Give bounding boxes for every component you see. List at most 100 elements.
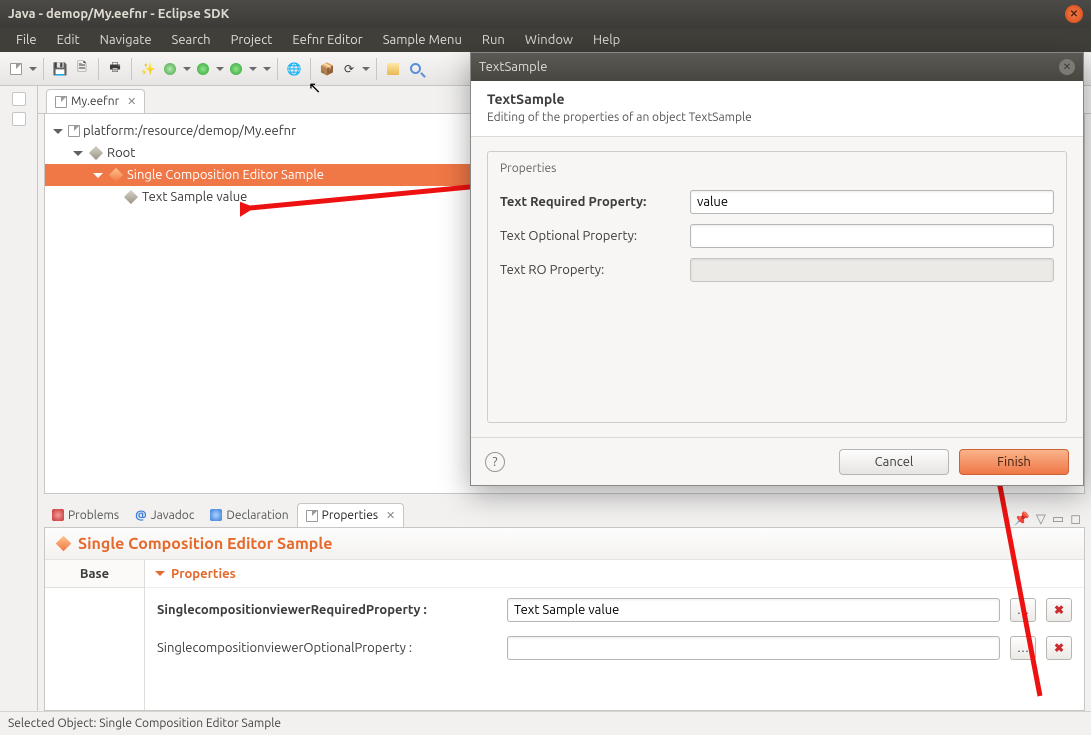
toolbar-run-dropdown[interactable] <box>216 67 224 71</box>
optional-property-input[interactable] <box>507 636 1000 660</box>
tab-label: Properties <box>322 509 378 522</box>
toolbar-debug-icon[interactable] <box>160 59 180 79</box>
dialog-body: Properties Text Required Property: Text … <box>471 137 1083 437</box>
properties-title: Single Composition Editor Sample <box>78 535 332 553</box>
toolbar-sep <box>98 58 99 80</box>
toolbar-folder-icon[interactable] <box>383 59 403 79</box>
toolbar-new-icon[interactable] <box>6 59 26 79</box>
toolbar-debug-dropdown[interactable] <box>183 67 191 71</box>
file-icon <box>68 125 80 137</box>
toolbar-dropdown[interactable] <box>263 67 271 71</box>
menu-help[interactable]: Help <box>583 33 630 47</box>
browse-button[interactable]: … <box>1010 636 1036 660</box>
properties-group: Properties Text Required Property: Text … <box>487 151 1067 423</box>
tab-javadoc[interactable]: @ Javadoc <box>127 503 202 527</box>
menu-project[interactable]: Project <box>221 33 283 47</box>
form-row: Text RO Property: <box>500 258 1054 282</box>
text-optional-input[interactable] <box>690 224 1054 248</box>
toolbar-saveall-icon[interactable]: 🗎 <box>72 59 92 79</box>
form-row: SinglecompositionviewerRequiredProperty … <box>157 598 1072 622</box>
toolbar-refresh-icon[interactable]: ⟳ <box>339 59 359 79</box>
node-icon <box>109 168 123 182</box>
sub-header-label: Properties <box>171 567 236 581</box>
stub-icon[interactable] <box>12 112 26 126</box>
form-label-required: SinglecompositionviewerRequiredProperty … <box>157 603 497 617</box>
status-bar: Selected Object: Single Composition Edit… <box>0 711 1091 735</box>
menu-edit[interactable]: Edit <box>47 33 90 47</box>
toolbar-run-external-icon[interactable] <box>226 59 246 79</box>
editor-tab-label: My.eefnr <box>71 95 119 108</box>
toolbar-print-icon[interactable]: 🖶 <box>105 59 125 79</box>
menu-window[interactable]: Window <box>515 33 583 47</box>
status-text: Selected Object: Single Composition Edit… <box>8 717 281 730</box>
expand-icon[interactable] <box>53 129 63 134</box>
tree-label: Single Composition Editor Sample <box>127 168 324 182</box>
properties-body: Base Properties SinglecompositionviewerR… <box>45 560 1084 710</box>
text-required-input[interactable] <box>690 190 1054 214</box>
menu-eefnr-editor[interactable]: Eefnr Editor <box>282 33 372 47</box>
problems-icon <box>52 509 64 521</box>
finish-button[interactable]: Finish <box>959 449 1069 475</box>
dialog-footer: ? Cancel Finish <box>471 437 1083 485</box>
tree-label: platform:/resource/demop/My.eefnr <box>83 124 296 138</box>
close-tab-icon[interactable]: ✕ <box>386 509 395 522</box>
properties-title-bar: Single Composition Editor Sample <box>45 528 1084 560</box>
toolbar-run-external-dropdown[interactable] <box>249 67 257 71</box>
delete-button[interactable]: ✖ <box>1046 598 1072 622</box>
tab-label: Declaration <box>226 509 288 522</box>
node-icon <box>56 536 72 552</box>
minimize-icon[interactable]: ▭ <box>1052 512 1064 527</box>
toolbar-globe-icon[interactable]: 🌐 <box>284 59 304 79</box>
tab-declaration[interactable]: Declaration <box>202 503 296 527</box>
required-property-input[interactable] <box>507 598 1000 622</box>
expand-icon[interactable] <box>93 173 103 178</box>
close-tab-icon[interactable]: ✕ <box>127 95 136 108</box>
form-row: Text Optional Property: <box>500 224 1054 248</box>
stub-icon[interactable] <box>12 92 26 106</box>
label-optional: Text Optional Property: <box>500 229 680 243</box>
tab-label: Problems <box>68 509 119 522</box>
file-icon <box>55 96 67 108</box>
view-menu-icon[interactable]: ▽ <box>1036 512 1046 527</box>
properties-sub-header[interactable]: Properties <box>145 560 1084 588</box>
dialog-close-button[interactable]: ✕ <box>1059 59 1075 75</box>
form-label-optional: SinglecompositionviewerOptionalProperty … <box>157 641 497 655</box>
toolbar-search-icon[interactable] <box>405 59 425 79</box>
toolbar-package-icon[interactable]: 📦 <box>317 59 337 79</box>
declaration-icon <box>210 509 222 521</box>
mouse-cursor-icon: ↖ <box>308 78 321 97</box>
toolbar-sep <box>43 58 44 80</box>
delete-button[interactable]: ✖ <box>1046 636 1072 660</box>
window-title: Java - demop/My.eefnr - Eclipse SDK <box>8 7 229 21</box>
collapse-icon <box>155 571 165 576</box>
toolbar-sep <box>310 58 311 80</box>
menu-navigate[interactable]: Navigate <box>90 33 162 47</box>
properties-form: SinglecompositionviewerRequiredProperty … <box>145 588 1084 670</box>
browse-button[interactable]: … <box>1010 598 1036 622</box>
tree-label: Text Sample value <box>142 190 247 204</box>
toolbar-sep <box>277 58 278 80</box>
menu-search[interactable]: Search <box>162 33 221 47</box>
window-close-button[interactable]: ✕ <box>1065 5 1083 23</box>
toolbar-new-dropdown[interactable] <box>29 67 37 71</box>
menu-sample-menu[interactable]: Sample Menu <box>373 33 472 47</box>
dialog-form: Text Required Property: Text Optional Pr… <box>500 190 1054 282</box>
toolbar-run-icon[interactable] <box>193 59 213 79</box>
help-button[interactable]: ? <box>485 452 505 472</box>
menu-run[interactable]: Run <box>472 33 515 47</box>
tab-problems[interactable]: Problems <box>44 503 127 527</box>
dialog-subheading: Editing of the properties of an object T… <box>487 111 1067 124</box>
tab-properties[interactable]: Properties ✕ <box>297 503 405 527</box>
maximize-icon[interactable]: ◻ <box>1070 512 1081 527</box>
expand-icon[interactable] <box>73 151 83 156</box>
cancel-button[interactable]: Cancel <box>839 449 949 475</box>
dialog-titlebar[interactable]: TextSample ✕ <box>471 53 1083 81</box>
toolbar-wand-icon[interactable]: ✨ <box>138 59 158 79</box>
pin-icon[interactable]: 📌 <box>1014 512 1030 527</box>
toolbar-refresh-dropdown[interactable] <box>362 67 370 71</box>
menu-file[interactable]: File <box>6 33 47 47</box>
sidebar-item-base[interactable]: Base <box>45 560 144 588</box>
properties-sidebar: Base <box>45 560 145 710</box>
toolbar-save-icon[interactable]: 💾 <box>50 59 70 79</box>
editor-tab-myeefnr[interactable]: My.eefnr ✕ <box>46 89 145 113</box>
